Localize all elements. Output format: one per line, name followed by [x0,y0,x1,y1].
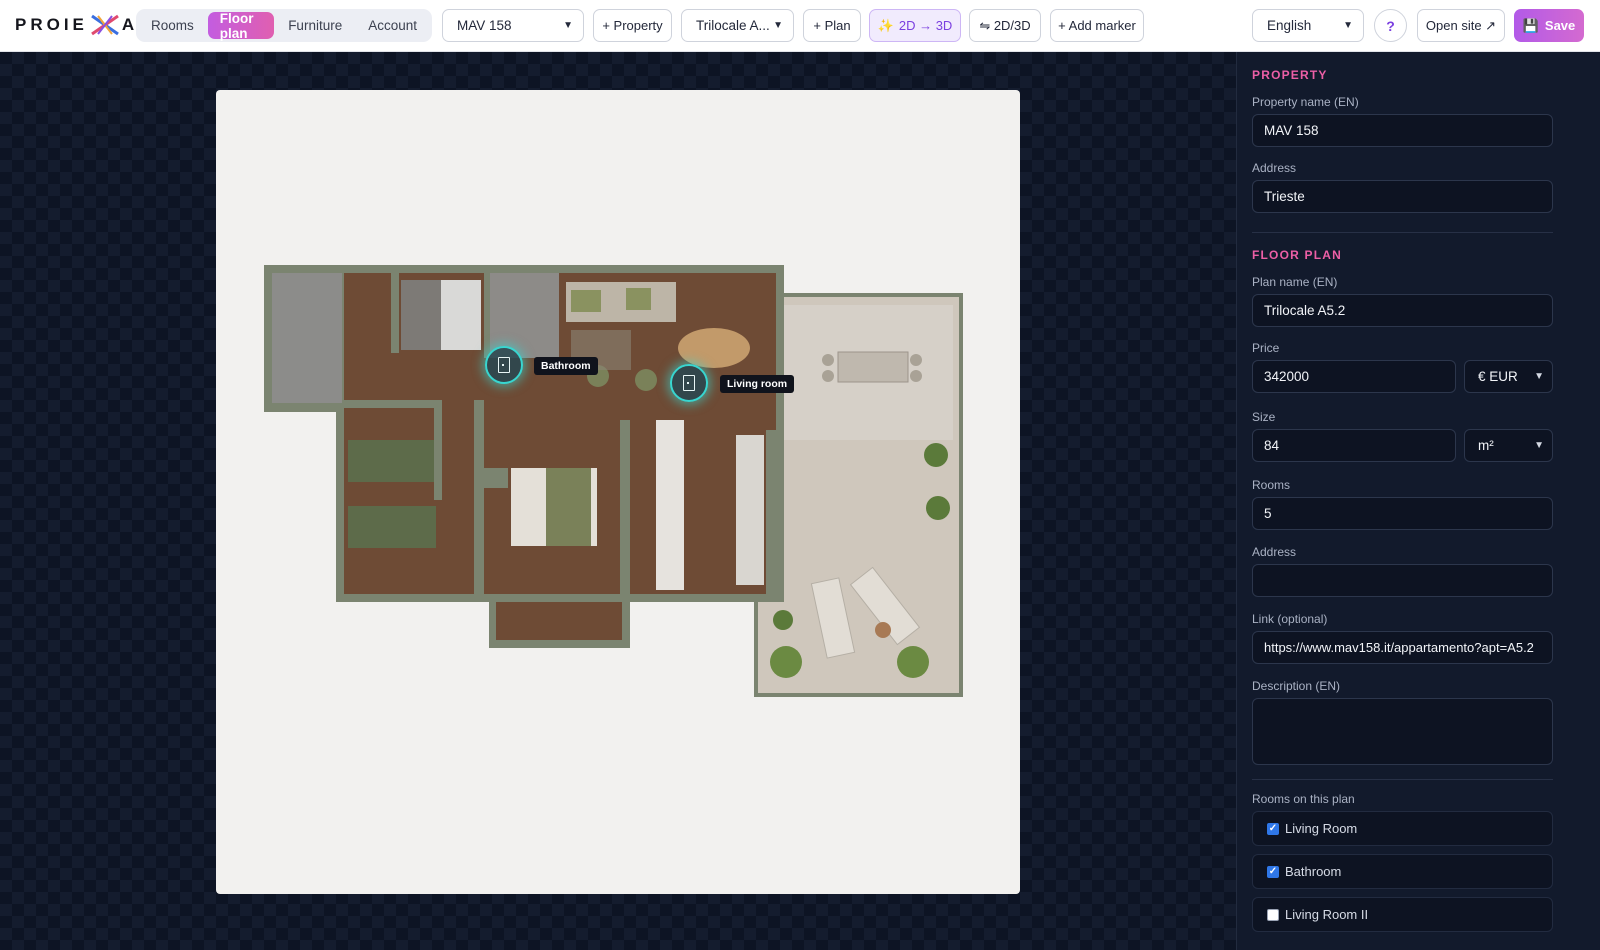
bathroom-marker[interactable] [485,346,523,384]
checkbox-living-room[interactable] [1267,822,1279,835]
rooms-on-plan-label: Rooms on this plan [1252,792,1355,806]
tab-furniture[interactable]: Furniture [276,12,354,39]
description-label: Description (EN) [1252,679,1341,693]
chevron-down-icon: ▼ [1534,440,1544,451]
size-label: Size [1252,410,1276,424]
room-option-living-room-ii[interactable]: Living Room II [1252,897,1553,932]
floor-plan-section-title: FLOOR PLAN [1252,248,1342,262]
app-logo[interactable]: PROIE A [15,12,138,38]
top-toolbar: PROIE A Rooms Floor plan Furniture Accou… [0,0,1600,52]
logo-text-left: PROIE [15,15,88,34]
currency-select-value: € EUR [1478,369,1518,384]
plan-address-field[interactable] [1252,564,1553,597]
properties-panel: PROPERTY Property name (EN) MAV 158 Addr… [1236,52,1600,950]
property-select[interactable]: MAV 158 ▼ [442,9,584,42]
living-room-marker[interactable] [670,364,708,402]
save-button[interactable]: 💾 Save [1514,9,1584,42]
address-label: Address [1252,161,1297,175]
floor-plan-image [264,265,963,697]
tab-floor-plan[interactable]: Floor plan [207,11,275,41]
sparkle-icon: ✨ [877,17,894,33]
language-select-value: English [1267,18,1312,33]
address-field[interactable]: Trieste [1252,180,1553,213]
plan-name-field[interactable]: Trilocale A5.2 [1252,294,1553,327]
open-site-button[interactable]: Open site ↗ [1417,9,1505,42]
plan-name-label: Plan name (EN) [1252,275,1338,289]
add-marker-button[interactable]: + Add marker [1050,9,1144,42]
main-nav: Rooms Floor plan Furniture Account [136,9,432,42]
section-divider [1252,232,1553,233]
room-option-living-room[interactable]: Living Room [1252,811,1553,846]
chevron-down-icon: ▼ [1534,371,1544,382]
room-option-label: Living Room [1285,821,1358,836]
add-plan-button[interactable]: + Plan [803,9,861,42]
section-divider [1252,779,1553,780]
room-option-label: Living Room II [1285,907,1369,922]
room-option-bathroom[interactable]: Bathroom [1252,854,1553,889]
price-field[interactable]: 342000 [1252,360,1456,393]
property-name-field[interactable]: MAV 158 [1252,114,1553,147]
living-room-marker-label: Living room [720,375,795,393]
tab-rooms[interactable]: Rooms [139,12,206,39]
rooms-count-label: Rooms [1252,478,1291,492]
description-textarea[interactable] [1252,698,1553,765]
toggle-2d-3d-button[interactable]: ⇋ 2D/3D [969,9,1041,42]
price-label: Price [1252,341,1280,355]
help-button[interactable]: ? [1374,9,1407,42]
property-section-title: PROPERTY [1252,68,1328,82]
convert-2d-to-3d-button[interactable]: ✨ 2D → 3D [869,9,961,42]
add-property-button[interactable]: + Property [593,9,672,42]
size-field[interactable]: 84 [1252,429,1456,462]
link-label: Link (optional) [1252,612,1328,626]
chevron-down-icon: ▼ [563,20,573,31]
room-option-label: Bathroom [1285,864,1342,879]
bathroom-marker-label: Bathroom [534,357,598,375]
save-label: Save [1544,18,1576,33]
property-select-value: MAV 158 [457,18,512,33]
chevron-down-icon: ▼ [773,20,783,31]
logo-mark-icon [90,14,120,36]
plan-canvas[interactable]: Bathroom Living room [0,52,1236,950]
link-field[interactable]: https://www.mav158.it/appartamento?apt=A… [1252,631,1553,664]
checkbox-living-room-ii[interactable] [1267,908,1279,921]
unit-select[interactable]: m² ▼ [1464,429,1553,462]
floor-plan-sheet: Bathroom Living room [216,90,1020,894]
tab-account[interactable]: Account [356,12,429,39]
plan-select-value: Trilocale A... [696,18,770,33]
currency-select[interactable]: € EUR ▼ [1464,360,1553,393]
door-icon [498,357,510,373]
unit-select-value: m² [1478,438,1494,453]
plan-select[interactable]: Trilocale A... ▼ [681,9,794,42]
language-select[interactable]: English ▼ [1252,9,1364,42]
convert-2d-to-3d-label: 2D → 3D [898,18,953,33]
rooms-count-field[interactable]: 5 [1252,497,1553,530]
door-icon [683,375,695,391]
floppy-disk-icon: 💾 [1522,17,1539,33]
checkbox-bathroom[interactable] [1267,865,1279,878]
property-name-label: Property name (EN) [1252,95,1359,109]
plan-address-label: Address [1252,545,1297,559]
chevron-down-icon: ▼ [1343,20,1353,31]
